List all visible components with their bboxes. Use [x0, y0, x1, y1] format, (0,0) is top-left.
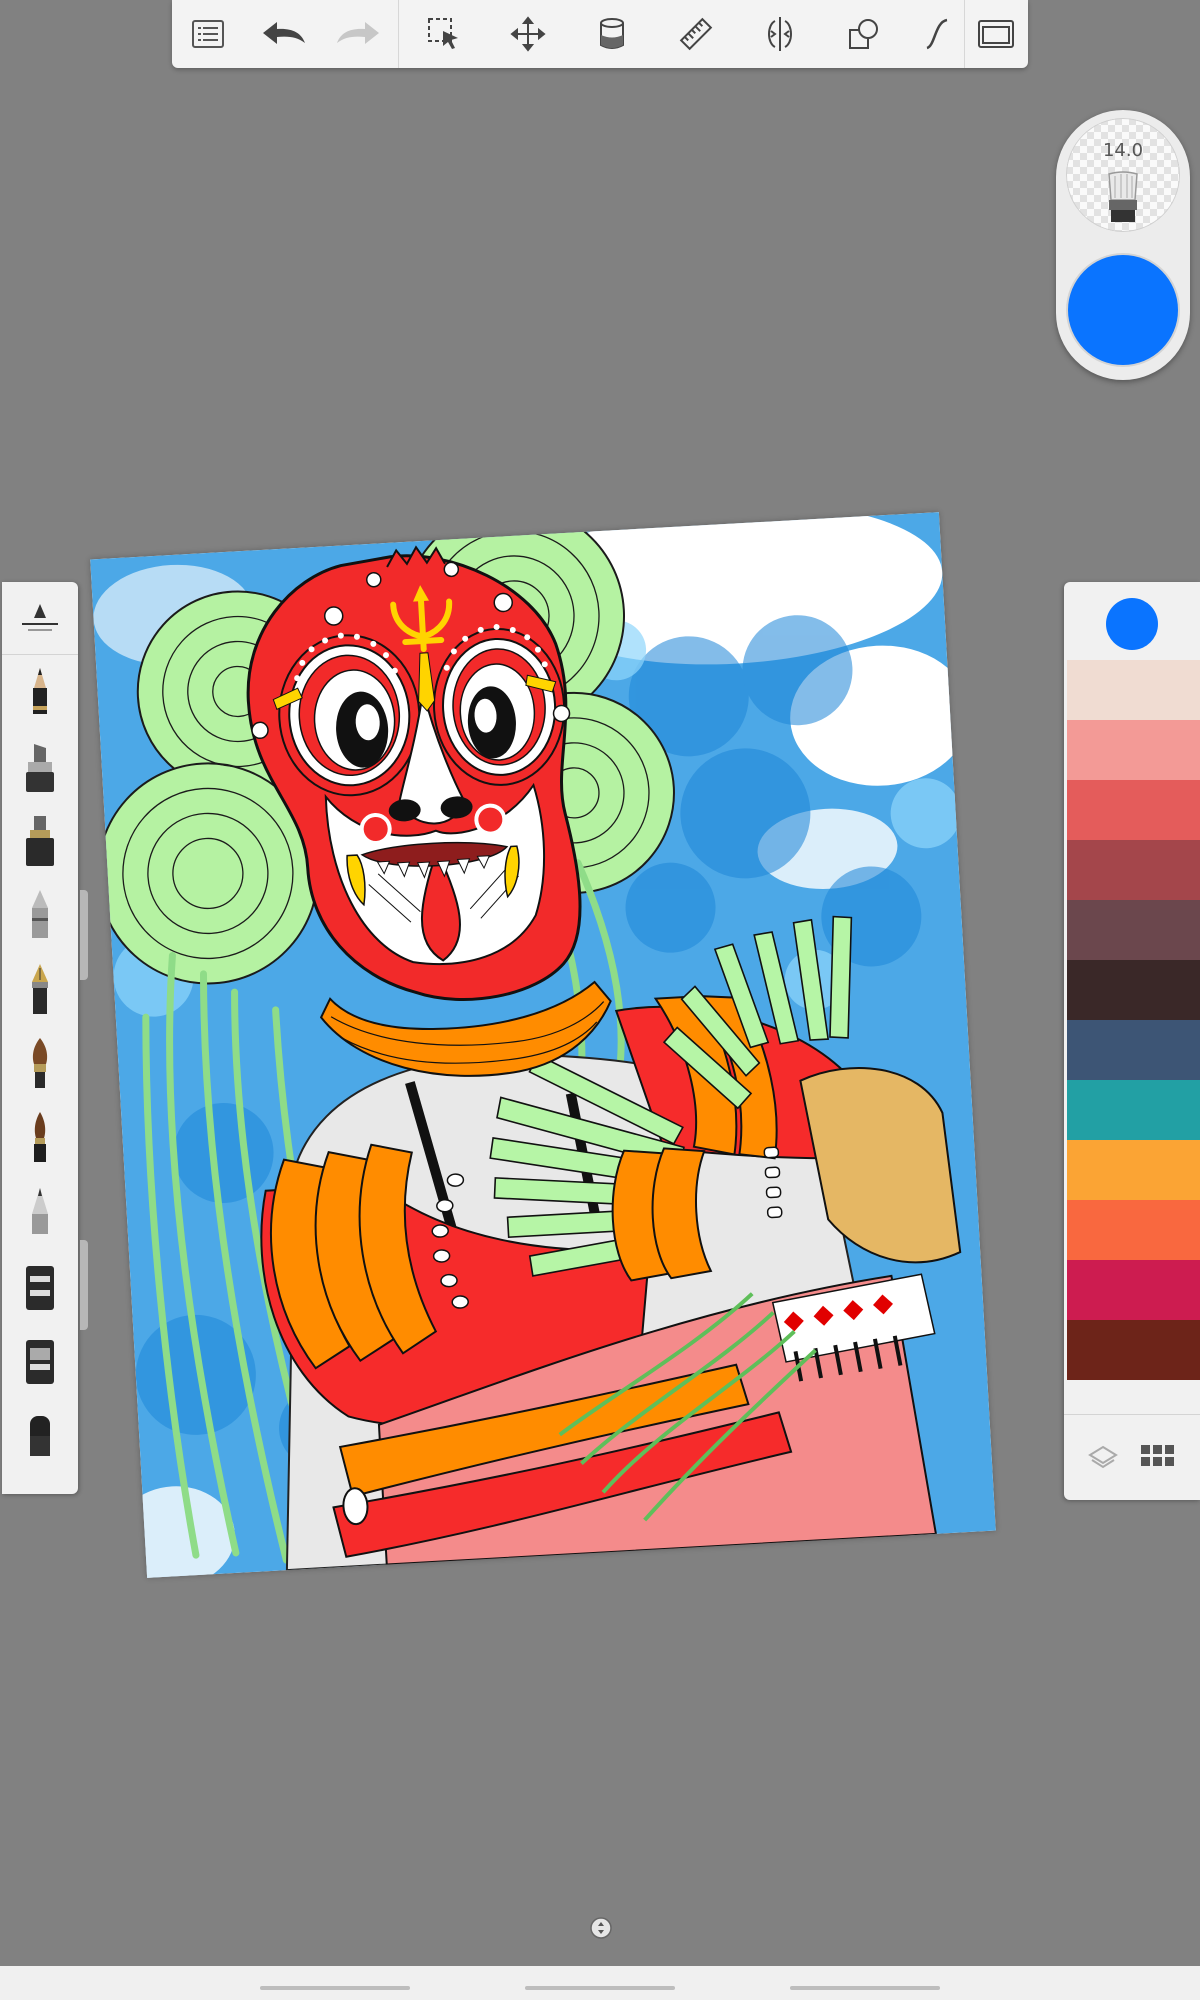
- paint-bucket-icon: [600, 18, 624, 49]
- undo-button[interactable]: [260, 10, 308, 58]
- selection-icon: [428, 18, 458, 49]
- color-swatch[interactable]: [1067, 900, 1200, 960]
- toolbar-separator: [964, 0, 965, 68]
- paintbrush-icon: [32, 1038, 48, 1088]
- redo-arrow-icon: [337, 22, 379, 44]
- brush-size-value: 14.0: [1102, 140, 1144, 161]
- brush-property-slider[interactable]: [2, 582, 78, 655]
- fullscreen-button[interactable]: [972, 10, 1020, 58]
- fill-button[interactable]: [588, 10, 636, 58]
- brush-icon: [1108, 171, 1138, 222]
- brush-airbrush[interactable]: [12, 884, 68, 950]
- brush-panel-handle[interactable]: [80, 890, 88, 980]
- eraser-icon: [30, 1416, 50, 1456]
- color-panel: [1064, 582, 1200, 1500]
- brush-eraser[interactable]: [12, 1402, 68, 1468]
- brush-marker[interactable]: [12, 736, 68, 802]
- color-swatch[interactable]: [1067, 1260, 1200, 1320]
- nav-recents-handle[interactable]: [260, 1986, 410, 1990]
- nav-home-handle[interactable]: [525, 1986, 675, 1990]
- color-swatch[interactable]: [1067, 1320, 1200, 1380]
- redo-button[interactable]: [334, 10, 382, 58]
- panel-current-color-button[interactable]: [1106, 598, 1158, 650]
- brush-library: [2, 582, 78, 1494]
- brush-fine-paintbrush[interactable]: [12, 1106, 68, 1172]
- pencil-icon: [33, 668, 47, 714]
- color-swatch[interactable]: [1067, 720, 1200, 780]
- canvas-reset-icon[interactable]: [589, 1916, 613, 1940]
- brush-ink-pen[interactable]: [12, 810, 68, 876]
- current-color-button[interactable]: [1068, 255, 1178, 365]
- color-swatch[interactable]: [1067, 1020, 1200, 1080]
- color-swatch[interactable]: [1067, 660, 1200, 720]
- brush-pencil[interactable]: [12, 662, 68, 728]
- brush-puck: 14.0: [1056, 110, 1190, 380]
- symmetry-icon: [768, 17, 792, 51]
- smudge-icon: [26, 1266, 54, 1310]
- grid-icon[interactable]: [1140, 1443, 1176, 1469]
- gallery-button[interactable]: [184, 10, 232, 58]
- layers-icon[interactable]: [1088, 1443, 1118, 1473]
- brush-fountain-pen[interactable]: [12, 958, 68, 1024]
- shapes-button[interactable]: [840, 10, 888, 58]
- color-swatch[interactable]: [1067, 960, 1200, 1020]
- fountain-pen-icon: [32, 964, 48, 1014]
- chisel-pen-icon: [32, 1188, 48, 1234]
- symmetry-button[interactable]: [756, 10, 804, 58]
- brush-size-button[interactable]: 14.0: [1066, 118, 1180, 232]
- toolbar-separator: [398, 0, 399, 68]
- list-icon: [192, 20, 224, 48]
- fullscreen-icon: [978, 20, 1014, 48]
- color-swatch[interactable]: [1067, 1140, 1200, 1200]
- shapes-icon: [849, 19, 878, 49]
- ruler-button[interactable]: [672, 10, 720, 58]
- color-swatch[interactable]: [1067, 780, 1200, 840]
- curve-button[interactable]: [912, 10, 960, 58]
- transform-button[interactable]: [504, 10, 552, 58]
- move-arrows-icon: [510, 16, 546, 52]
- ruler-icon: [679, 17, 713, 51]
- theyyam-mask-illustration: [90, 512, 996, 1578]
- drawing-canvas[interactable]: [90, 512, 996, 1578]
- fine-brush-icon: [34, 1112, 46, 1162]
- airbrush-icon: [32, 890, 48, 938]
- color-swatches: [1067, 660, 1200, 1380]
- top-toolbar: [172, 0, 1028, 68]
- brush-chisel-pen[interactable]: [12, 1180, 68, 1246]
- marker-icon: [26, 744, 54, 792]
- color-swatch[interactable]: [1067, 1200, 1200, 1260]
- brush-smudge[interactable]: [12, 1254, 68, 1320]
- color-swatch[interactable]: [1067, 1080, 1200, 1140]
- ink-pen-icon: [26, 816, 54, 866]
- system-navigation-bar: [0, 1966, 1200, 2000]
- curve-icon: [926, 18, 948, 50]
- brush-paintbrush[interactable]: [12, 1032, 68, 1098]
- nav-back-handle[interactable]: [790, 1986, 940, 1990]
- color-panel-footer: [1064, 1414, 1200, 1501]
- selection-button[interactable]: [420, 10, 468, 58]
- undo-arrow-icon: [263, 22, 305, 44]
- brush-panel-handle[interactable]: [80, 1240, 88, 1330]
- brush-slider-icon: [22, 604, 58, 631]
- brush-blur[interactable]: [12, 1328, 68, 1394]
- color-swatch[interactable]: [1067, 840, 1200, 900]
- blur-icon: [26, 1340, 54, 1384]
